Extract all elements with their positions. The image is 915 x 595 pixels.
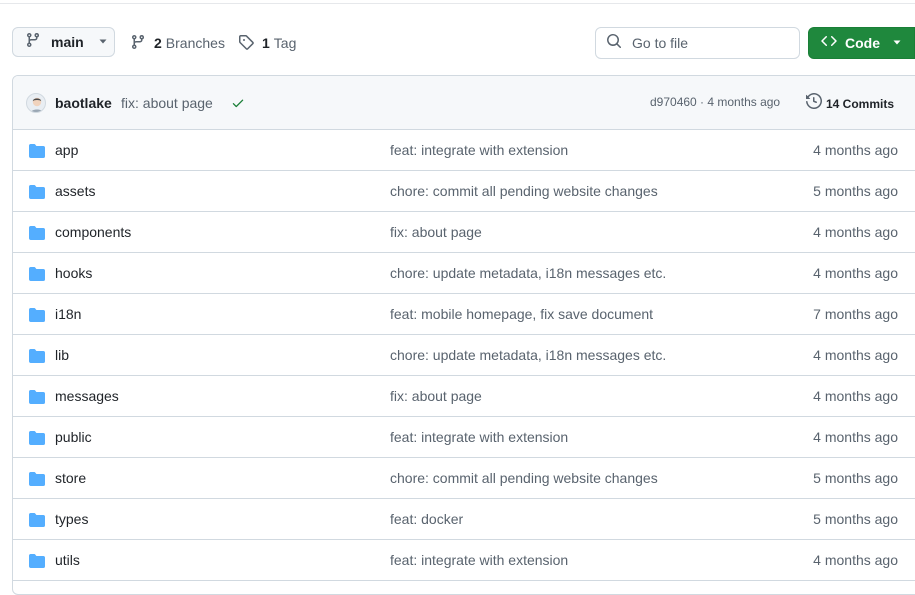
folder-icon <box>29 307 45 328</box>
file-commit-age: 4 months ago <box>813 552 898 568</box>
file-name-link[interactable]: utils <box>55 552 80 568</box>
tag-icon <box>238 34 254 53</box>
file-commit-message[interactable]: feat: integrate with extension <box>390 142 568 158</box>
commit-message[interactable]: fix: about page <box>121 95 213 111</box>
tags-label: Tag <box>273 35 297 51</box>
table-row[interactable]: lib chore: update metadata, i18n messages… <box>13 335 915 376</box>
file-commit-age: 7 months ago <box>813 306 898 322</box>
file-commit-message[interactable]: chore: commit all pending website change… <box>390 183 658 199</box>
file-name-link[interactable]: messages <box>55 388 119 404</box>
commits-count: 14 Commits <box>826 96 895 111</box>
commit-hash-age[interactable]: d970460 · 4 months ago <box>650 95 780 109</box>
folder-icon <box>29 512 45 533</box>
tags-count: 1 <box>262 35 270 51</box>
file-commit-age: 4 months ago <box>813 142 898 158</box>
code-button-label: Code <box>845 35 880 51</box>
git-branch-icon <box>25 32 41 53</box>
history-icon <box>806 92 823 114</box>
branch-name: main <box>51 34 84 50</box>
file-name-link[interactable]: hooks <box>55 265 92 281</box>
tags-link[interactable]: 1 Tag <box>238 27 296 59</box>
table-row[interactable]: messages fix: about page 4 months ago <box>13 376 915 417</box>
git-branch-icon <box>130 34 146 53</box>
file-commit-message[interactable]: chore: update metadata, i18n messages et… <box>390 347 666 363</box>
file-commit-age: 4 months ago <box>813 224 898 240</box>
go-to-file-input[interactable] <box>630 34 794 52</box>
file-name-link[interactable]: components <box>55 224 131 240</box>
table-row[interactable]: i18n feat: mobile homepage, fix save docu… <box>13 294 915 335</box>
file-commit-message[interactable]: feat: integrate with extension <box>390 552 568 568</box>
avatar[interactable] <box>26 93 46 113</box>
folder-icon <box>29 389 45 410</box>
branches-label: Branches <box>165 35 225 51</box>
table-row[interactable]: app feat: integrate with extension 4 month… <box>13 130 915 171</box>
file-commit-message[interactable]: chore: update metadata, i18n messages et… <box>390 265 666 281</box>
table-row[interactable]: hooks chore: update metadata, i18n messag… <box>13 253 915 294</box>
table-row[interactable]: components fix: about page 4 months ago <box>13 212 915 253</box>
branch-selector-button[interactable]: main <box>12 27 115 57</box>
file-name-link[interactable]: store <box>55 470 86 486</box>
table-row[interactable]: types feat: docker 5 months ago <box>13 499 915 540</box>
file-commit-age: 5 months ago <box>813 183 898 199</box>
check-icon[interactable] <box>231 96 245 115</box>
folder-icon <box>29 471 45 492</box>
folder-icon <box>29 266 45 287</box>
file-commit-age: 4 months ago <box>813 347 898 363</box>
file-name-link[interactable]: assets <box>55 183 95 199</box>
folder-icon <box>29 184 45 205</box>
file-name-link[interactable]: app <box>55 142 78 158</box>
folder-icon <box>29 553 45 574</box>
table-row[interactable]: utils feat: integrate with extension 4 mon… <box>13 540 915 581</box>
branches-count: 2 <box>154 35 162 51</box>
file-commit-age: 5 months ago <box>813 470 898 486</box>
code-icon <box>821 33 837 54</box>
page-top-border <box>0 0 915 4</box>
commit-author[interactable]: baotlake <box>55 95 112 111</box>
chevron-down-icon <box>892 34 902 52</box>
go-to-file-field[interactable] <box>595 27 800 59</box>
code-button[interactable]: Code <box>808 27 915 59</box>
file-commit-message[interactable]: feat: mobile homepage, fix save document <box>390 306 653 322</box>
folder-icon <box>29 348 45 369</box>
file-name-link[interactable]: i18n <box>55 306 81 322</box>
file-commit-message[interactable]: feat: integrate with extension <box>390 429 568 445</box>
folder-icon <box>29 430 45 451</box>
file-commit-age: 4 months ago <box>813 429 898 445</box>
file-name-link[interactable]: types <box>55 511 88 527</box>
file-commit-message[interactable]: feat: docker <box>390 511 463 527</box>
search-icon <box>606 33 622 54</box>
folder-icon <box>29 143 45 164</box>
branches-link[interactable]: 2 Branches <box>130 27 225 59</box>
file-commit-message[interactable]: fix: about page <box>390 388 482 404</box>
file-commit-age: 5 months ago <box>813 511 898 527</box>
file-list: app feat: integrate with extension 4 month… <box>13 130 915 581</box>
table-row[interactable]: store chore: commit all pending website c… <box>13 458 915 499</box>
folder-icon <box>29 225 45 246</box>
table-row[interactable]: assets chore: commit all pending website … <box>13 171 915 212</box>
table-row[interactable]: public feat: integrate with extension 4 mo… <box>13 417 915 458</box>
commits-history-link[interactable]: 14 Commits <box>806 92 895 114</box>
file-name-link[interactable]: public <box>55 429 92 445</box>
file-commit-age: 4 months ago <box>813 388 898 404</box>
file-commit-message[interactable]: fix: about page <box>390 224 482 240</box>
chevron-down-icon <box>98 33 108 51</box>
latest-commit-bar: baotlake fix: about page d970460 · 4 mon… <box>13 76 915 130</box>
file-table: baotlake fix: about page d970460 · 4 mon… <box>12 75 915 595</box>
file-commit-age: 4 months ago <box>813 265 898 281</box>
repo-toolbar: main 2 Branches 1 Tag Code <box>12 27 915 59</box>
file-name-link[interactable]: lib <box>55 347 69 363</box>
file-commit-message[interactable]: chore: commit all pending website change… <box>390 470 658 486</box>
